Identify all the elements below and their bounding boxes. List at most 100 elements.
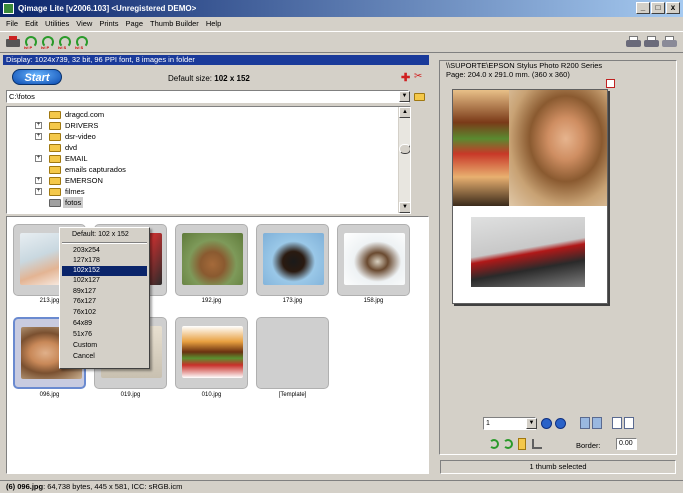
page-size: Page: 204.0 x 291.0 mm. (360 x 360)	[446, 70, 570, 79]
thumbnail-label: 158.jpg	[363, 298, 384, 304]
title-bar: Qimage Lite [v2006.103] <Unregistered DE…	[0, 0, 683, 17]
chevron-down-icon[interactable]: ▼	[399, 91, 410, 102]
tree-item-dsr-video[interactable]: + dsr-video	[7, 131, 397, 142]
thumbnail-173[interactable]	[256, 224, 329, 296]
menu-item-custom[interactable]: Custom	[62, 341, 147, 351]
page-preview[interactable]	[452, 89, 608, 304]
menu-utilities[interactable]: Utilities	[45, 17, 69, 31]
tree-item-email[interactable]: + EMAIL	[7, 153, 397, 164]
add-icon[interactable]: ✚	[401, 71, 410, 84]
menu-item-102x127[interactable]: 102x127	[62, 276, 147, 286]
browse-folder-icon[interactable]	[414, 93, 425, 101]
print-preview-icon[interactable]	[662, 36, 677, 49]
menu-item-203x254[interactable]: 203x254	[62, 246, 147, 256]
folder-icon	[49, 122, 61, 130]
minimize-button[interactable]: _	[636, 2, 650, 14]
expand-icon[interactable]: +	[35, 155, 42, 162]
menu-item-89x127[interactable]: 89x127	[62, 287, 147, 297]
toolbar: lvl P lvl P lvl S lvl S	[0, 31, 683, 53]
prev-page-icon[interactable]	[541, 418, 552, 429]
rotate-left-icon[interactable]	[489, 439, 499, 449]
thumbnail-label: 019.jpg	[120, 392, 141, 398]
menu-item-default[interactable]: Default: 102 x 152	[62, 230, 147, 240]
rotate-left-icon[interactable]: lvl P	[24, 35, 38, 50]
menu-view[interactable]: View	[76, 17, 92, 31]
tree-item-dragcd[interactable]: dragcd.com	[7, 109, 397, 120]
status-file: (6) 096.jpg	[6, 482, 44, 491]
menu-item-76x127[interactable]: 76x127	[62, 297, 147, 307]
maximize-button[interactable]: □	[651, 2, 665, 14]
menu-item-76x102[interactable]: 76x102	[62, 308, 147, 318]
orientation-icon[interactable]	[606, 79, 615, 88]
scroll-down-icon[interactable]: ▼	[399, 202, 410, 213]
menu-item-51x76[interactable]: 51x76	[62, 330, 147, 340]
thumbnail-template[interactable]	[256, 317, 329, 389]
tree-item-emails-capturados[interactable]: emails capturados	[7, 164, 397, 175]
scan-icon[interactable]	[6, 35, 20, 49]
thumbnail-label: 192.jpg	[201, 298, 222, 304]
preview-image-portrait[interactable]	[453, 90, 607, 206]
menu-item-102x152[interactable]: 102x152	[62, 266, 147, 276]
menu-prints[interactable]: Prints	[99, 17, 118, 31]
expand-icon[interactable]: +	[35, 177, 42, 184]
menu-item-cancel[interactable]: Cancel	[62, 352, 147, 362]
thumbnail-label: 173.jpg	[282, 298, 303, 304]
thumbnail-158[interactable]	[337, 224, 410, 296]
rotate-right-alt-icon[interactable]: lvl S	[75, 35, 89, 50]
app-icon	[3, 3, 14, 14]
rotate-right-icon[interactable]	[503, 439, 513, 449]
folder-tree[interactable]: dragcd.com + DRIVERS + dsr-video dvd + E…	[6, 106, 411, 214]
menu-edit[interactable]: Edit	[25, 17, 38, 31]
scroll-thumb[interactable]	[399, 144, 410, 154]
menu-bar: File Edit Utilities View Prints Page Thu…	[0, 17, 683, 31]
expand-icon[interactable]: +	[35, 188, 42, 195]
menu-item-127x178[interactable]: 127x178	[62, 256, 147, 266]
default-size-label: Default size: 102 x 152	[168, 74, 250, 83]
preview-image-motorcycle[interactable]	[471, 217, 585, 287]
folder-icon	[49, 166, 61, 174]
start-button[interactable]: Start	[12, 69, 62, 85]
rotate-right-icon[interactable]: lvl P	[41, 35, 55, 50]
page-layout-alt-icon[interactable]	[592, 417, 602, 429]
tree-item-fotos[interactable]: fotos	[7, 197, 397, 208]
new-page-icon[interactable]	[612, 417, 622, 429]
tree-item-emerson[interactable]: + EMERSON	[7, 175, 397, 186]
tree-item-drivers[interactable]: + DRIVERS	[7, 120, 397, 131]
printer-name: \\SUPORTE\EPSON Stylus Photo R200 Series	[446, 61, 603, 70]
tree-item-dvd[interactable]: dvd	[7, 142, 397, 153]
folder-icon	[49, 188, 61, 196]
menu-file[interactable]: File	[6, 17, 18, 31]
thumbnail-010[interactable]	[175, 317, 248, 389]
thumbnail-image	[344, 233, 405, 285]
lock-icon[interactable]	[518, 438, 526, 450]
print-preview-group: \\SUPORTE\EPSON Stylus Photo R200 Series…	[439, 60, 677, 455]
folder-path-combo[interactable]: C:\fotos	[6, 90, 409, 103]
thumbnail-192[interactable]	[175, 224, 248, 296]
menu-page[interactable]: Page	[126, 17, 144, 31]
folder-path-value: C:\fotos	[9, 92, 35, 101]
print-preview-panel: \\SUPORTE\EPSON Stylus Photo R200 Series…	[436, 55, 680, 477]
expand-icon[interactable]: +	[35, 133, 42, 140]
crop-tool-icon[interactable]	[532, 439, 542, 449]
crop-icon[interactable]: ✂	[414, 71, 422, 82]
border-label: Border:	[576, 441, 601, 450]
close-button[interactable]: x	[666, 2, 680, 14]
tree-item-filmes[interactable]: + filmes	[7, 186, 397, 197]
border-input[interactable]: 0.00	[616, 438, 637, 450]
scroll-up-icon[interactable]: ▲	[399, 107, 410, 118]
thumbnail-image	[182, 233, 243, 285]
folder-icon	[49, 111, 61, 119]
menu-thumb-builder[interactable]: Thumb Builder	[150, 17, 199, 31]
rotate-left-alt-icon[interactable]: lvl S	[58, 35, 72, 50]
page-layout-icon[interactable]	[580, 417, 590, 429]
expand-icon[interactable]: +	[35, 122, 42, 129]
window-title: Qimage Lite [v2006.103] <Unregistered DE…	[18, 4, 197, 13]
menu-help[interactable]: Help	[206, 17, 221, 31]
print-icon[interactable]	[626, 36, 641, 49]
menu-item-64x89[interactable]: 64x89	[62, 319, 147, 329]
tree-scrollbar[interactable]: ▲ ▼	[398, 107, 410, 213]
chevron-down-icon[interactable]: ▼	[526, 418, 537, 429]
next-page-icon[interactable]	[555, 418, 566, 429]
print-setup-icon[interactable]	[644, 36, 659, 49]
edit-page-icon[interactable]	[624, 417, 634, 429]
